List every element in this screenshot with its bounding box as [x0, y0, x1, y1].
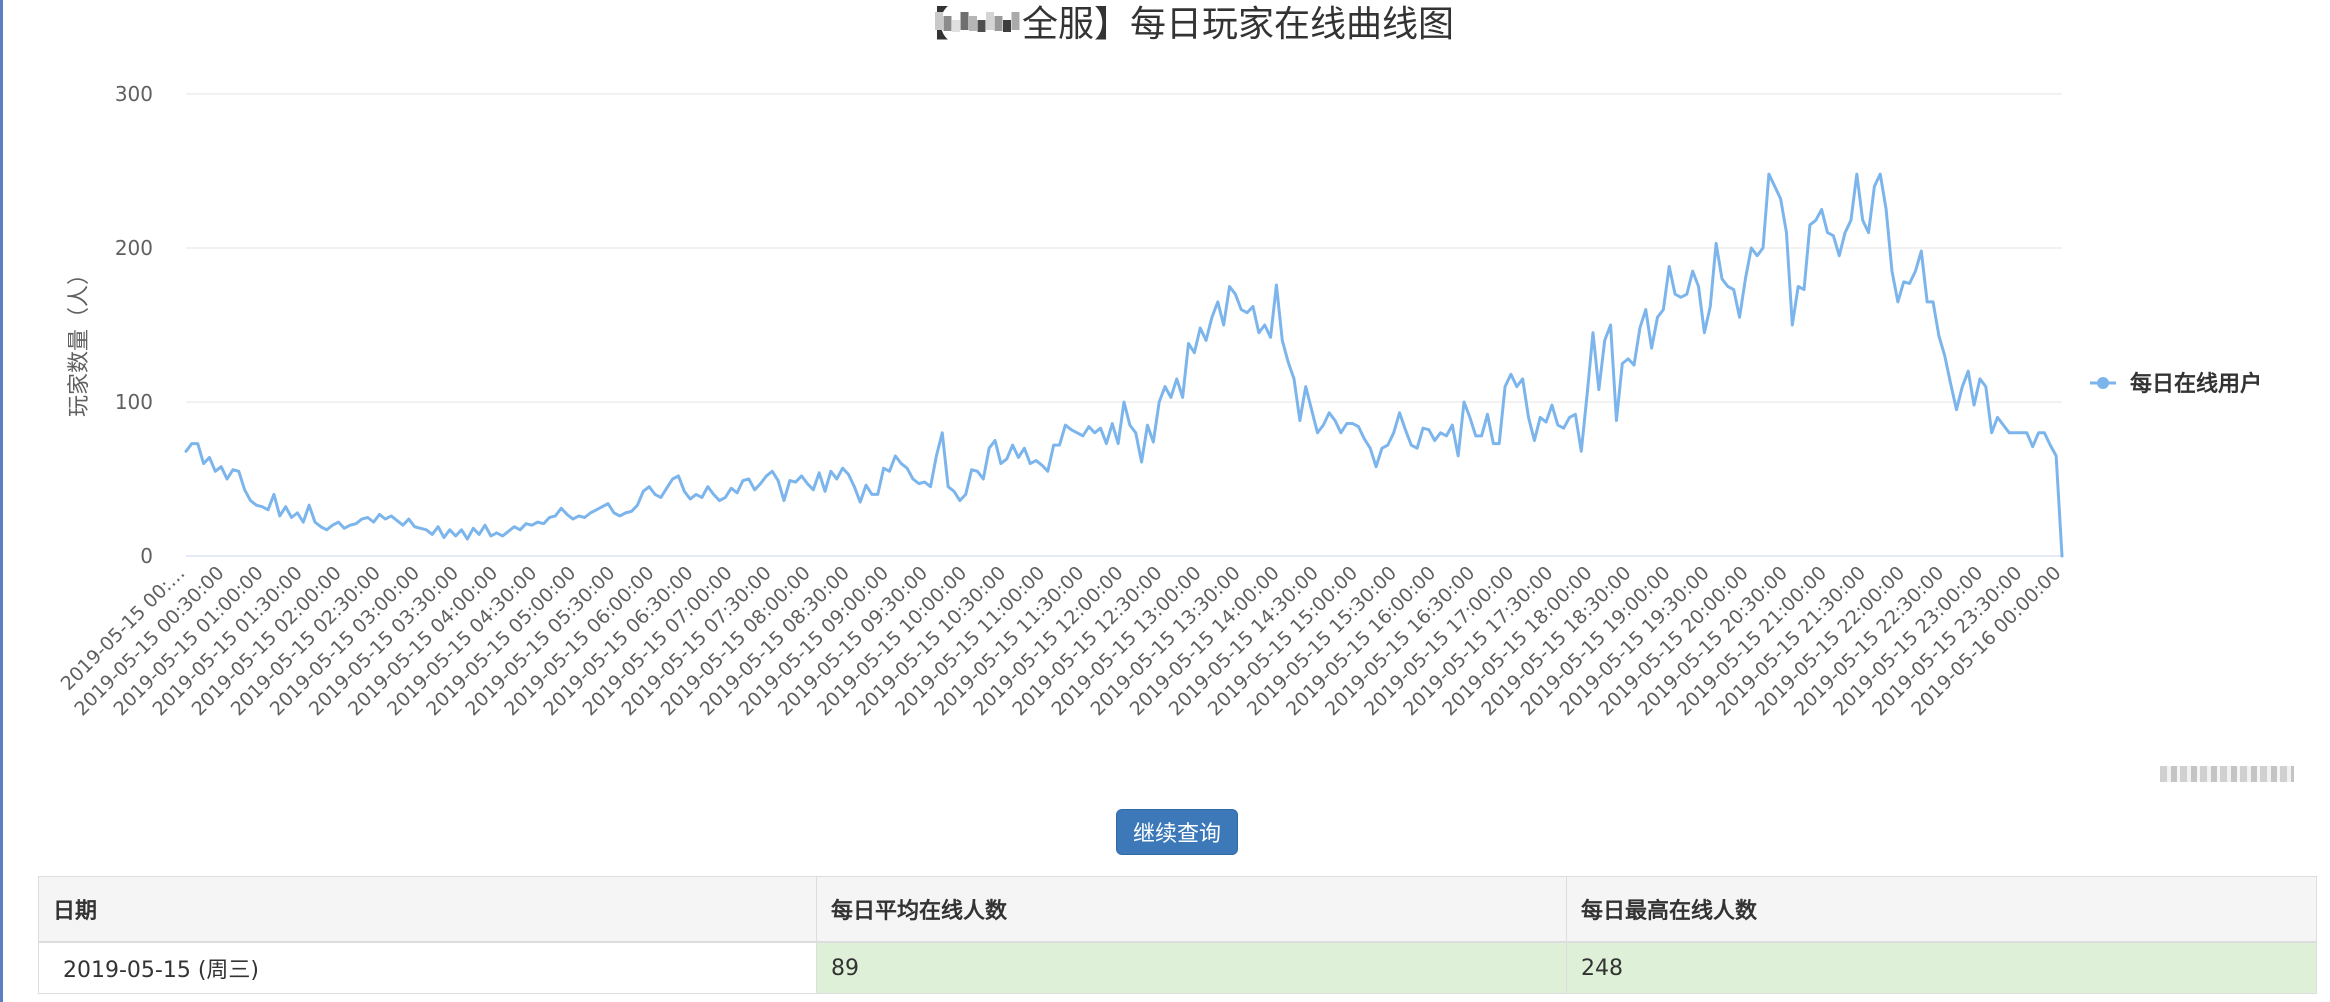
continue-query-button[interactable]: 继续查询	[1116, 809, 1238, 855]
cell-max-online: 248	[1566, 941, 2317, 994]
title-mosaic-block	[935, 12, 943, 30]
column-header-avg-online: 每日平均在线人数	[816, 876, 1567, 943]
daily-stats-table: 日期 每日平均在线人数 每日最高在线人数 2019-05-15 (周三) 89 …	[38, 876, 2317, 994]
y-axis-title-group: 玩家数量（人）	[67, 263, 92, 417]
y-axis-tick-labels: 0 100 200 300	[115, 82, 153, 568]
chart-title: 全服】每日玩家在线曲线图	[1022, 4, 1454, 45]
legend-label-series-0: 每日在线用户	[2130, 371, 2262, 397]
legend[interactable]: 每日在线用户	[2090, 371, 2262, 397]
title-mosaic-block	[969, 16, 977, 31]
redacted-watermark	[2160, 766, 2294, 782]
table-row: 2019-05-15 (周三) 89 248	[38, 941, 2317, 994]
table-header-row: 日期 每日平均在线人数 每日最高在线人数	[38, 876, 2317, 943]
title-mosaic-block	[1011, 12, 1020, 30]
title-mosaic-block	[960, 12, 969, 30]
title-mosaic-block	[1003, 20, 1011, 32]
y-tick-label: 0	[140, 544, 153, 568]
title-mosaic-block	[943, 16, 952, 31]
legend-marker	[2097, 377, 2109, 389]
y-axis-title: 玩家数量（人）	[67, 263, 92, 417]
series-line-0[interactable]	[184, 172, 2064, 558]
cell-avg-online: 89	[816, 941, 1567, 994]
y-tick-label: 300	[115, 82, 153, 106]
title-mosaic-block	[994, 16, 1003, 31]
title-mosaic-block	[952, 20, 960, 32]
y-tick-label: 200	[115, 236, 153, 260]
chart-title-group: 【 全服】每日玩家在线曲线图	[913, 4, 1454, 45]
series-layer	[184, 172, 2064, 558]
column-header-date: 日期	[38, 876, 817, 943]
online-players-line-chart: 【 全服】每日玩家在线曲线图 0 100 200 300 2019-05-15 00:…	[57, 4, 2262, 720]
title-mosaic-block	[977, 20, 986, 32]
column-header-max-online: 每日最高在线人数	[1566, 876, 2317, 943]
x-axis-tick-labels: 2019-05-15 00:…2019-05-15 00:30:002019-0…	[57, 562, 2066, 720]
y-tick-label: 100	[115, 390, 153, 414]
title-mosaic-block	[986, 12, 994, 30]
cell-date: 2019-05-15 (周三)	[38, 941, 817, 994]
grid-lines	[186, 93, 2062, 557]
